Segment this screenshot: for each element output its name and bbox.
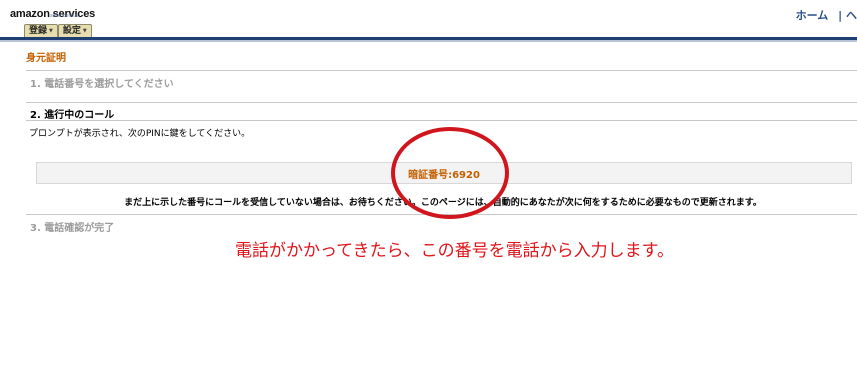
step-1-label: 1. 電話番号を選択してください bbox=[30, 79, 174, 90]
top-links: ホーム | ヘ bbox=[796, 7, 857, 23]
annotation-circle bbox=[391, 127, 509, 219]
amazon-services-logo[interactable]: amazon services seller central bbox=[10, 2, 95, 21]
nav-sub-rule bbox=[0, 40, 857, 42]
step-3-label: 3. 電話確認が完了 bbox=[30, 223, 115, 234]
page-title: 身元証明 bbox=[26, 53, 66, 64]
header: amazon services seller central ホーム | ヘ 登… bbox=[0, 0, 857, 42]
home-link[interactable]: ホーム bbox=[796, 9, 829, 22]
annotation-text: 電話がかかってきたら、この番号を電話から入力します。 bbox=[235, 241, 674, 261]
step-2-label: 2. 進行中のコール bbox=[30, 110, 115, 121]
menu-bar: 登録 ▼ 設定 ▼ bbox=[24, 24, 92, 38]
top-link-separator: | bbox=[838, 9, 843, 22]
divider bbox=[26, 70, 857, 71]
logo-sub-text: seller central bbox=[50, 13, 79, 19]
top-link-cut[interactable]: ヘ bbox=[846, 9, 857, 22]
divider bbox=[26, 120, 857, 121]
divider bbox=[26, 102, 857, 103]
instruction-text: プロンプトが表示され、次のPINに鍵をしてください。 bbox=[29, 129, 251, 139]
menu-tab-settings[interactable]: 設定 ▼ bbox=[57, 24, 92, 38]
menu-tab-register[interactable]: 登録 ▼ bbox=[24, 24, 58, 38]
